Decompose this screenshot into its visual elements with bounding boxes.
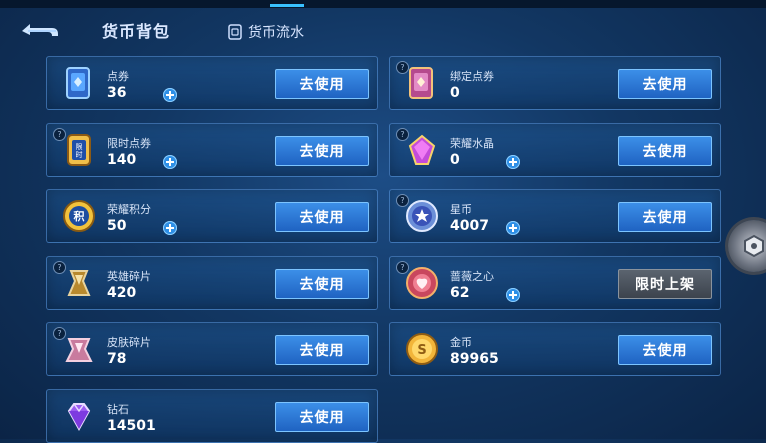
currency-name: 点券 [107, 70, 129, 83]
page-title: 货币背包 [102, 22, 171, 41]
use-button[interactable]: 去使用 [275, 135, 369, 166]
currency-name: 绑定点券 [450, 70, 494, 83]
currency-amount: 140 [107, 151, 137, 168]
currency-name: 蔷薇之心 [450, 269, 494, 283]
limited-voucher-icon: 限时 [67, 133, 91, 166]
side-menu-handle[interactable] [728, 220, 766, 272]
currency-card: ? 皮肤碎片 78 去使用 [46, 322, 378, 377]
currency-name: 荣耀水晶 [450, 136, 494, 150]
add-currency-button[interactable] [506, 287, 520, 302]
use-button[interactable]: 去使用 [618, 69, 712, 99]
ledger-icon [228, 24, 242, 40]
currency-name: 荣耀积分 [107, 203, 151, 217]
use-button[interactable]: 去使用 [275, 268, 369, 299]
back-arrow-icon [22, 24, 58, 36]
top-bar [0, 0, 766, 8]
currency-card: 钻石 14501 去使用 [46, 389, 378, 443]
use-button[interactable]: 去使用 [618, 202, 712, 233]
bound-voucher-icon [409, 67, 433, 99]
use-button[interactable]: 去使用 [618, 335, 712, 366]
hexagon-icon [744, 234, 764, 258]
add-currency-button[interactable] [163, 221, 177, 236]
back-button[interactable] [18, 18, 62, 44]
currency-card: 积 荣耀积分 50 去使用 [46, 189, 378, 244]
currency-amount: 420 [107, 284, 137, 301]
hero-shard-icon [67, 269, 91, 296]
currency-flow-label: 货币流水 [248, 25, 304, 41]
use-button[interactable]: 去使用 [275, 69, 369, 99]
currency-amount: 0 [450, 85, 460, 101]
currency-amount: 62 [450, 284, 470, 301]
currency-name: 金币 [450, 336, 472, 350]
use-button[interactable]: 去使用 [618, 135, 712, 166]
use-button[interactable]: 去使用 [275, 202, 369, 233]
gold-coin-icon: S [406, 333, 438, 366]
currency-card: S 金币 89965 去使用 [389, 322, 721, 377]
currency-card: ? 绑定点券 0 去使用 [389, 56, 721, 110]
voucher-card-icon [66, 67, 90, 99]
currency-name: 英雄碎片 [107, 269, 151, 283]
svg-text:S: S [417, 343, 426, 358]
currency-amount: 78 [107, 351, 127, 368]
currency-amount: 0 [450, 151, 460, 168]
use-button[interactable]: 去使用 [275, 335, 369, 366]
currency-flow-link[interactable]: 货币流水 [228, 22, 304, 42]
currency-amount: 14501 [107, 418, 156, 434]
skin-shard-icon [65, 338, 93, 363]
currency-name: 皮肤碎片 [107, 336, 151, 350]
currency-name: 星币 [450, 203, 472, 217]
currency-amount: 36 [107, 85, 127, 101]
currency-card: ? 荣耀水晶 0 去使用 [389, 122, 721, 177]
currency-card: ? 蔷薇之心 62 限时上架 [389, 255, 721, 310]
currency-amount: 4007 [450, 218, 489, 235]
currency-card: ? 限时限时点券 140 去使用 [46, 122, 378, 177]
add-currency-button[interactable] [506, 221, 520, 236]
currency-amount: 89965 [450, 351, 499, 368]
add-currency-button[interactable] [506, 154, 520, 169]
svg-text:积: 积 [74, 209, 85, 223]
add-currency-button[interactable] [163, 154, 177, 169]
rose-heart-icon [406, 266, 438, 299]
limited-release-button[interactable]: 限时上架 [618, 268, 712, 299]
add-currency-button[interactable] [163, 88, 177, 102]
currency-card: 点券 36 去使用 [46, 56, 378, 110]
use-button[interactable]: 去使用 [275, 402, 369, 432]
star-coin-icon [406, 200, 438, 233]
svg-text:时: 时 [76, 150, 83, 159]
currency-card: ? 星币 4007 去使用 [389, 189, 721, 244]
currency-amount: 50 [107, 218, 127, 235]
currency-card: ? 英雄碎片 420 去使用 [46, 255, 378, 310]
top-accent-line [270, 4, 304, 7]
glory-points-icon: 积 [63, 200, 95, 233]
diamond-icon [67, 403, 91, 432]
currency-name: 限时点券 [107, 136, 151, 150]
currency-name: 钻石 [107, 403, 129, 416]
glory-crystal-icon [408, 134, 436, 165]
svg-text:限: 限 [76, 142, 83, 151]
